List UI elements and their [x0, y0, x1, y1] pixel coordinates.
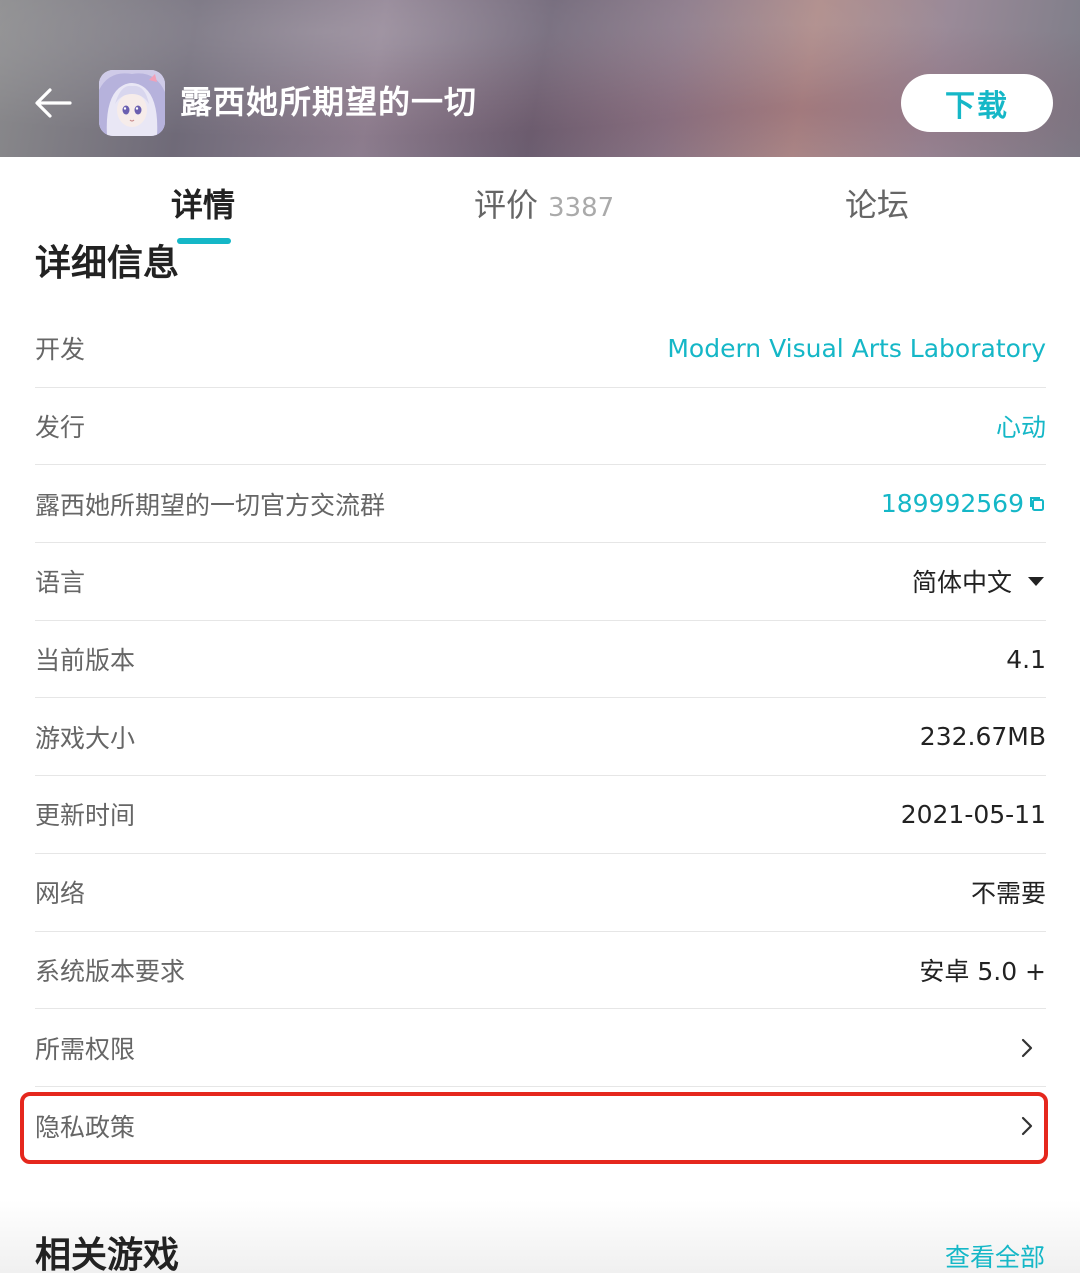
review-count: 3387 [548, 193, 615, 223]
network-value: 不需要 [970, 879, 1046, 909]
arrow-left-icon[interactable] [32, 82, 74, 124]
info-label: 所需权限 [35, 1034, 136, 1064]
size-value: 232.67MB [919, 722, 1046, 752]
caret-down-icon [1028, 577, 1044, 587]
active-tab-indicator [177, 238, 231, 244]
details-info-list: 开发 Modern Visual Arts Laboratory 发行 心动 露… [35, 310, 1046, 1165]
info-row-permissions[interactable]: 所需权限 [35, 1009, 1046, 1087]
tab-reviews[interactable]: 评价 3387 [474, 183, 614, 230]
group-number: 189992569 [880, 489, 1024, 519]
copy-icon [1030, 496, 1044, 511]
details-section-title: 详细信息 [35, 243, 180, 284]
update-date-value: 2021-05-11 [900, 799, 1046, 829]
version-value: 4.1 [1006, 644, 1046, 674]
related-games-title: 相关游戏 [35, 1235, 180, 1273]
info-row-group: 露西她所期望的一切官方交流群 189992569 [35, 465, 1046, 544]
info-label: 隐私政策 [35, 1112, 136, 1142]
info-row-language: 语言 简体中文 [35, 543, 1046, 621]
info-label: 更新时间 [35, 801, 136, 831]
system-requirement-value: 安卓 5.0 + [919, 956, 1046, 986]
info-row-system: 系统版本要求 安卓 5.0 + [35, 932, 1046, 1010]
tab-reviews-label: 评价 [474, 186, 539, 224]
app-title: 露西她所期望的一切 [180, 83, 478, 121]
tab-details[interactable]: 详情 [171, 183, 235, 227]
tab-bar: 详情 评价 3387 论坛 [0, 157, 1080, 247]
info-row-size: 游戏大小 232.67MB [35, 698, 1046, 777]
language-dropdown[interactable]: 简体中文 [912, 563, 1046, 599]
info-label: 露西她所期望的一切官方交流群 [35, 490, 386, 520]
group-number-copy[interactable]: 189992569 [881, 489, 1046, 518]
info-label: 开发 [35, 335, 86, 365]
publisher-link[interactable]: 心动 [996, 408, 1046, 444]
download-button[interactable]: 下载 [901, 74, 1053, 132]
language-value: 简体中文 [911, 568, 1012, 598]
chevron-right-icon [1021, 1116, 1033, 1135]
info-row-developer: 开发 Modern Visual Arts Laboratory [35, 310, 1046, 388]
developer-link[interactable]: Modern Visual Arts Laboratory [667, 334, 1046, 363]
info-label: 游戏大小 [35, 723, 136, 753]
app-icon [99, 70, 165, 136]
info-label: 发行 [35, 413, 86, 443]
info-label: 语言 [35, 568, 86, 598]
info-row-network: 网络 不需要 [35, 854, 1046, 932]
app-header: 露西她所期望的一切 下载 [0, 0, 1080, 157]
info-row-privacy-policy[interactable]: 隐私政策 [35, 1087, 1046, 1165]
info-row-updated: 更新时间 2021-05-11 [35, 776, 1046, 854]
info-row-publisher: 发行 心动 [35, 388, 1046, 466]
info-row-version: 当前版本 4.1 [35, 621, 1046, 699]
view-all-link[interactable]: 查看全部 [945, 1240, 1045, 1273]
info-label: 网络 [35, 879, 86, 909]
chevron-right-icon [1021, 1038, 1033, 1057]
info-label: 系统版本要求 [35, 956, 186, 986]
tab-forum[interactable]: 论坛 [845, 183, 909, 227]
info-label: 当前版本 [35, 646, 136, 676]
